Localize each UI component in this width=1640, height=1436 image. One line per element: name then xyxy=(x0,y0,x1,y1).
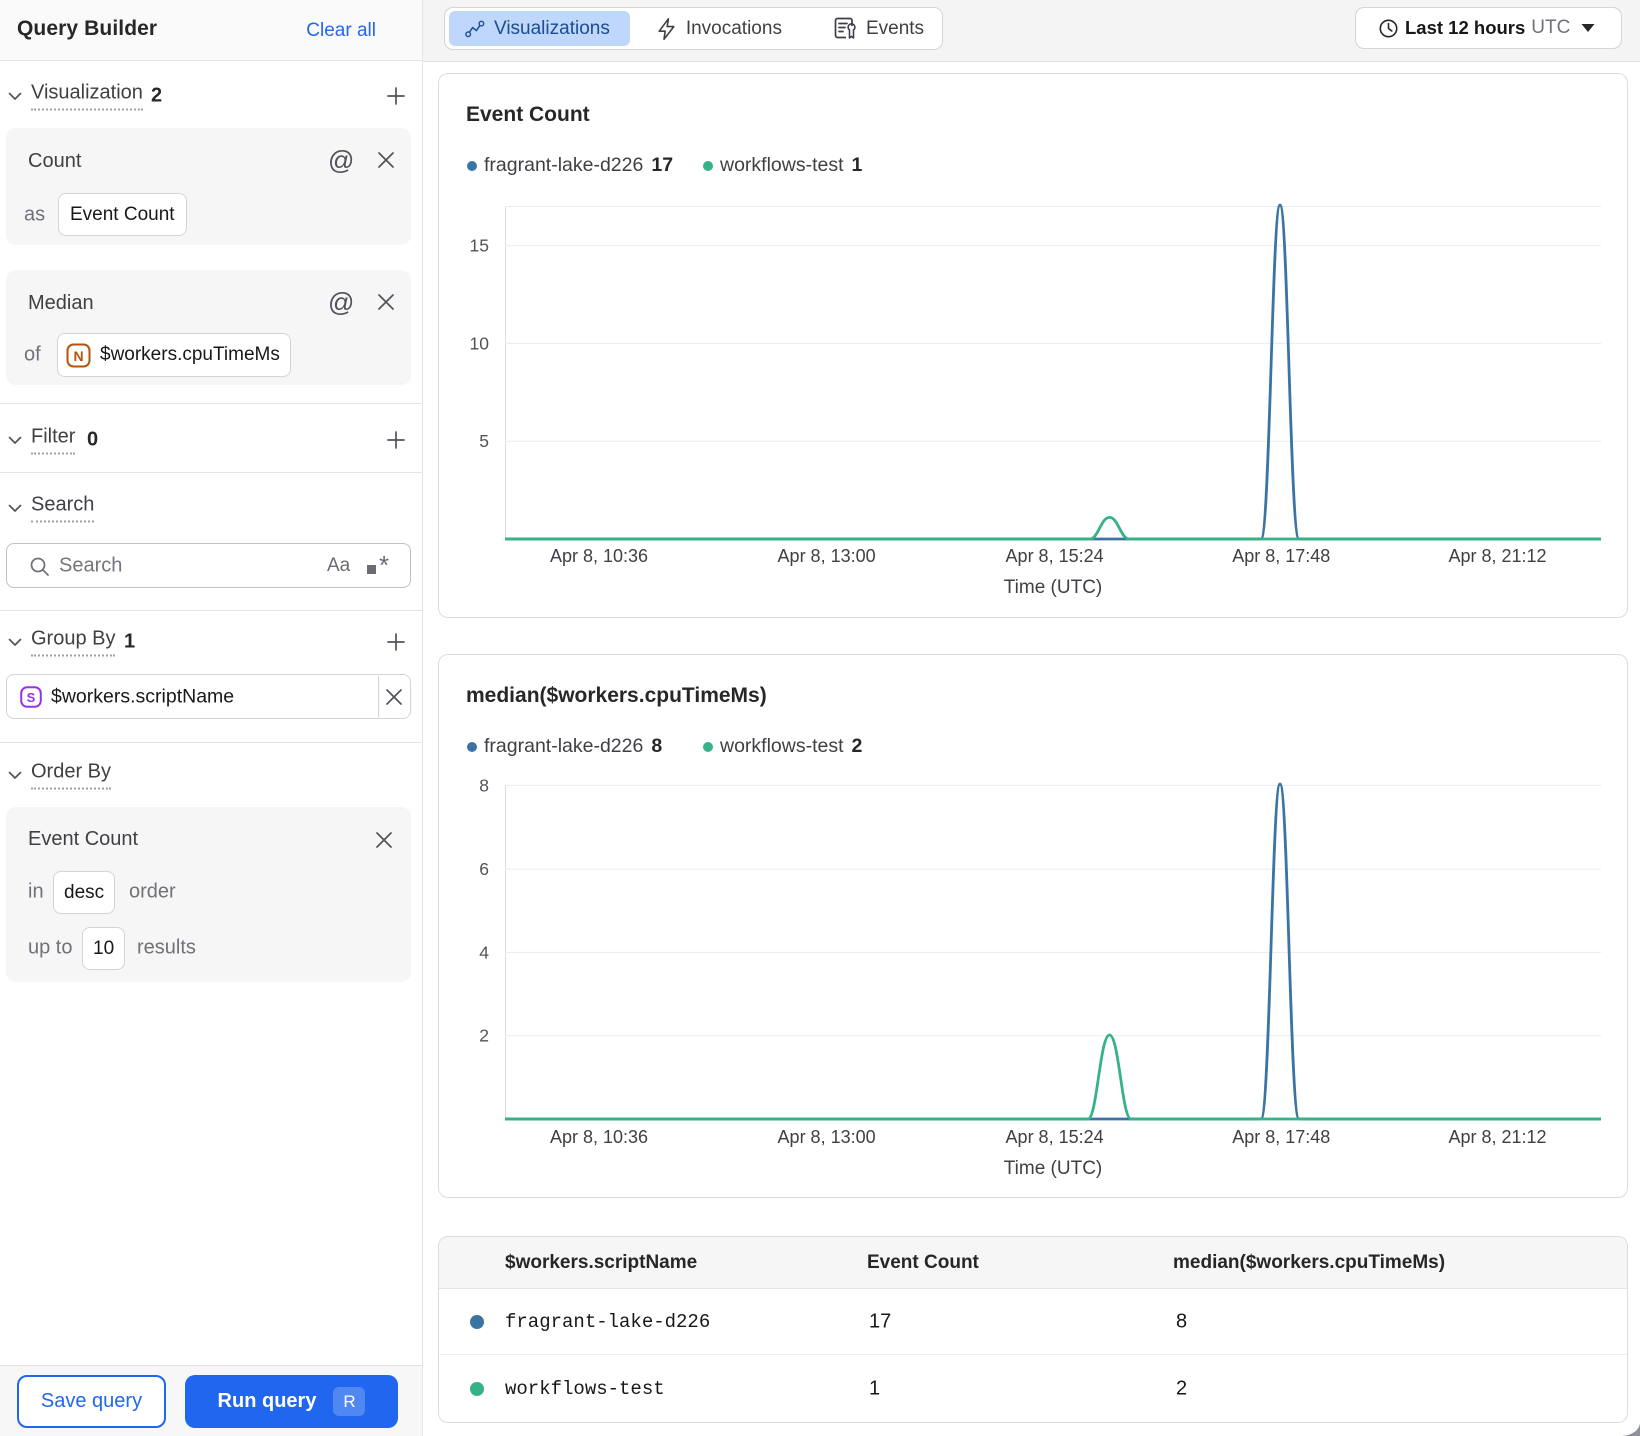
svg-text:Time (UTC): Time (UTC) xyxy=(1004,1158,1103,1179)
svg-text:S: S xyxy=(27,690,36,705)
svg-text:15: 15 xyxy=(470,236,489,256)
svg-text:5: 5 xyxy=(479,431,489,451)
svg-text:8: 8 xyxy=(479,775,489,795)
svg-text:Apr 8, 15:24: Apr 8, 15:24 xyxy=(1006,546,1104,566)
svg-text:6: 6 xyxy=(479,859,489,879)
svg-text:Apr 8, 13:00: Apr 8, 13:00 xyxy=(778,546,876,566)
svg-text:Apr 8, 21:12: Apr 8, 21:12 xyxy=(1448,546,1546,566)
svg-text:Apr 8, 13:00: Apr 8, 13:00 xyxy=(778,1127,876,1147)
svg-text:Apr 8, 21:12: Apr 8, 21:12 xyxy=(1448,1127,1546,1147)
svg-text:4: 4 xyxy=(479,942,489,962)
svg-text:Apr 8, 17:48: Apr 8, 17:48 xyxy=(1232,1127,1330,1147)
svg-text:2: 2 xyxy=(479,1026,489,1046)
svg-text:N: N xyxy=(73,348,83,364)
svg-text:Apr 8, 17:48: Apr 8, 17:48 xyxy=(1232,546,1330,566)
svg-text:10: 10 xyxy=(470,333,490,353)
svg-text:Apr 8, 10:36: Apr 8, 10:36 xyxy=(550,546,648,566)
svg-text:Time (UTC): Time (UTC) xyxy=(1004,577,1103,598)
svg-text:Apr 8, 10:36: Apr 8, 10:36 xyxy=(550,1127,648,1147)
svg-text:Apr 8, 15:24: Apr 8, 15:24 xyxy=(1006,1127,1104,1147)
